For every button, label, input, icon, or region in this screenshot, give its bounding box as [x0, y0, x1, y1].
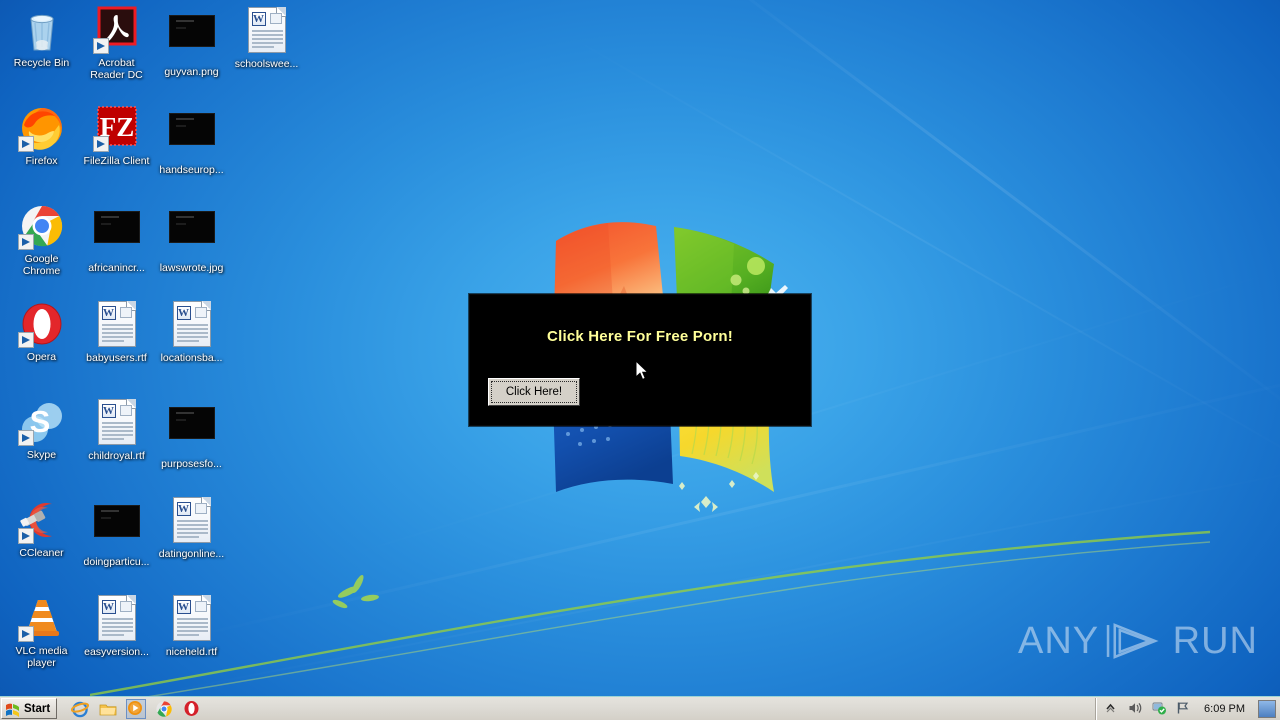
volume-icon[interactable] [1128, 701, 1143, 716]
desktop-icon-label: easyversion... [84, 646, 149, 658]
start-button[interactable]: Start [1, 698, 58, 719]
desktop-icon-locationsba[interactable]: W locationsba... [154, 300, 229, 364]
network-icon[interactable] [1152, 701, 1167, 716]
word-document-icon: W [93, 399, 141, 447]
desktop-icon-label: schoolswee... [234, 58, 299, 70]
desktop-icon-label: locationsba... [160, 352, 223, 364]
acrobat-reader-icon [92, 6, 141, 54]
word-document-icon: W [168, 301, 216, 349]
opera-icon[interactable] [183, 700, 201, 718]
image-thumbnail-icon [93, 211, 141, 259]
internet-explorer-icon[interactable] [71, 700, 90, 718]
desktop-icon-lawswrote-jpg[interactable]: lawswrote.jpg [154, 202, 229, 274]
desktop-icon-label: purposesfo... [161, 458, 222, 470]
desktop-icon-label: Firefox [25, 155, 58, 167]
desktop-icon-label: lawswrote.jpg [159, 262, 224, 274]
desktop-icon-guyvan-png[interactable]: guyvan.png [154, 6, 229, 78]
desktop-icon-filezilla-client[interactable]: FZ FileZilla Client [79, 104, 154, 167]
chrome-icon[interactable] [155, 700, 173, 718]
desktop-icon-schoolswee[interactable]: W schoolswee... [229, 6, 304, 70]
desktop-icon-label: VLC media player [15, 645, 68, 669]
word-document-icon: W [168, 595, 216, 643]
word-document-icon: W [93, 301, 141, 349]
popup-title-text: Click Here For Free Porn! [547, 328, 733, 345]
shortcut-overlay-icon [92, 38, 109, 54]
system-tray[interactable]: 6:09 PM [1095, 697, 1280, 720]
word-document-icon: W [243, 7, 291, 55]
skype-icon: S [17, 398, 66, 446]
desktop-icon-label: africanincr... [88, 262, 145, 274]
filezilla-icon: FZ [92, 104, 141, 152]
desktop-icon-handseurop[interactable]: handseurop... [154, 104, 229, 176]
click-here-for-free-porn-popup[interactable]: Click Here For Free Porn! Click Here! [469, 294, 811, 426]
desktop-icon-label: Google Chrome [22, 253, 61, 277]
start-button-label: Start [24, 702, 51, 715]
desktop-icon-label: niceheld.rtf [165, 646, 218, 658]
desktop-icon-babyusers-rtf[interactable]: W babyusers.rtf [79, 300, 154, 364]
desktop-icon-africanincr[interactable]: africanincr... [79, 202, 154, 274]
desktop-icon-label: Recycle Bin [13, 57, 70, 69]
word-document-icon: W [168, 497, 216, 545]
chrome-icon [17, 202, 66, 250]
shortcut-overlay-icon [17, 136, 34, 152]
action-center-flag-icon[interactable] [1176, 701, 1191, 716]
taskbar-clock[interactable]: 6:09 PM [1200, 703, 1249, 715]
button-focus-ring [491, 381, 577, 403]
word-document-icon: W [93, 595, 141, 643]
desktop-icon-easyversion[interactable]: W easyversion... [79, 594, 154, 658]
windows-flag-icon [6, 703, 19, 717]
opera-icon [17, 300, 66, 348]
show-hidden-icons-icon[interactable] [1104, 701, 1119, 716]
desktop-icon-label: datingonline... [158, 548, 225, 560]
desktop-icon-niceheld-rtf[interactable]: W niceheld.rtf [154, 594, 229, 658]
desktop-icon-opera[interactable]: Opera [4, 300, 79, 363]
desktop-icon-skype[interactable]: S Skype [4, 398, 79, 461]
image-thumbnail-icon [168, 15, 216, 63]
shortcut-overlay-icon [17, 430, 34, 446]
desktop-icon-datingonline[interactable]: W datingonline... [154, 496, 229, 560]
show-desktop-button[interactable] [1258, 699, 1276, 718]
vlc-icon [17, 594, 66, 642]
desktop-icon-acrobat-reader-dc[interactable]: Acrobat Reader DC [79, 6, 154, 81]
desktop-icon-label: CCleaner [19, 547, 64, 559]
image-thumbnail-icon [168, 407, 216, 455]
desktop-icon-label: handseurop... [159, 164, 224, 176]
desktop-icon-firefox[interactable]: Firefox [4, 104, 79, 167]
shortcut-overlay-icon [17, 626, 34, 642]
quick-launch-bar [71, 698, 201, 719]
shortcut-overlay-icon [92, 136, 109, 152]
shortcut-overlay-icon [17, 234, 34, 250]
taskbar[interactable]: Start 6:09 PM [0, 696, 1280, 720]
desktop-icon-label: FileZilla Client [83, 155, 150, 167]
shortcut-overlay-icon [17, 332, 34, 348]
recycle-bin-icon [18, 6, 66, 54]
shortcut-overlay-icon [17, 528, 34, 544]
desktop-icon-label: Opera [26, 351, 57, 363]
desktop-icon-recycle-bin[interactable]: Recycle Bin [4, 6, 79, 69]
desktop-icon-label: childroyal.rtf [88, 450, 145, 462]
image-thumbnail-icon [93, 505, 141, 553]
media-player-icon[interactable] [126, 698, 147, 719]
desktop-icon-childroyal-rtf[interactable]: W childroyal.rtf [79, 398, 154, 462]
desktop[interactable]: Recycle Bin Acrobat Reader DC guyvan.png [0, 0, 1280, 720]
windows-explorer-icon[interactable] [99, 700, 117, 718]
image-thumbnail-icon [168, 211, 216, 259]
desktop-icon-ccleaner[interactable]: CCleaner [4, 496, 79, 559]
desktop-icon-doingparticu[interactable]: doingparticu... [79, 496, 154, 568]
desktop-icon-label: Skype [26, 449, 57, 461]
desktop-icon-label: babyusers.rtf [86, 352, 147, 364]
desktop-icon-google-chrome[interactable]: Google Chrome [4, 202, 79, 277]
image-thumbnail-icon [168, 113, 216, 161]
click-here-button[interactable]: Click Here! [488, 378, 580, 406]
desktop-icon-vlc-media-player[interactable]: VLC media player [4, 594, 79, 669]
desktop-icon-purposesfo[interactable]: purposesfo... [154, 398, 229, 470]
firefox-icon [17, 104, 66, 152]
desktop-icon-label: doingparticu... [83, 556, 150, 568]
desktop-icon-label: Acrobat Reader DC [90, 57, 143, 81]
desktop-icon-label: guyvan.png [164, 66, 219, 78]
ccleaner-icon [17, 496, 66, 544]
